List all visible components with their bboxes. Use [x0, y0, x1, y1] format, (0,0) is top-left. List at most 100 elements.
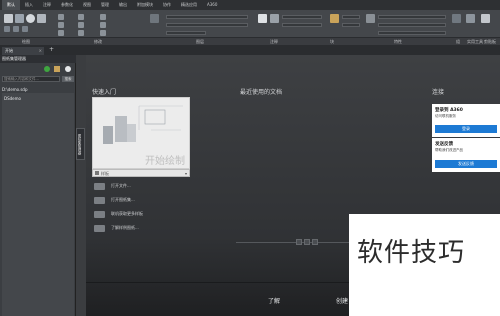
tab-start[interactable]: 开始 ×	[2, 47, 44, 55]
view-large-icon[interactable]	[296, 239, 302, 245]
layer-state-dropdown[interactable]	[166, 23, 248, 27]
text-tool-icon[interactable]	[258, 14, 267, 23]
recent-documents-heading: 最近使用的文档	[240, 89, 283, 96]
ribbon-tab-default[interactable]: 默认	[2, 0, 20, 10]
footer-learn-tab[interactable]: 了解	[268, 296, 280, 305]
measure-tool-icon[interactable]	[466, 14, 475, 23]
sample-drawings-icon	[94, 224, 105, 232]
group-label-layers[interactable]: 图层	[196, 39, 204, 45]
list-item[interactable]: DSdemo	[4, 96, 21, 101]
send-feedback-button[interactable]: 发送反馈	[435, 160, 497, 168]
ribbon-tab-view[interactable]: 视图	[78, 0, 96, 10]
footer-create-tab[interactable]: 创建	[336, 296, 348, 305]
view-list-icon[interactable]	[312, 239, 318, 245]
hatch-tool-icon[interactable]	[13, 26, 19, 32]
group-label-groups[interactable]: 组	[456, 39, 460, 45]
feedback-panel: 发送反馈 帮助我们改进产品 发送反馈	[432, 138, 500, 172]
block-edit-button[interactable]	[342, 23, 360, 27]
start-drawing-card[interactable]: 开始绘制	[92, 97, 190, 169]
group-label-clipboard[interactable]: 剪贴板	[484, 39, 496, 45]
group-label-draw[interactable]: 绘图	[22, 39, 30, 45]
group-label-utilities[interactable]: 实用工具	[467, 39, 483, 45]
group-tool-icon[interactable]	[452, 14, 461, 23]
layer-tools-bar[interactable]	[166, 31, 206, 35]
folder-icon[interactable]	[54, 66, 60, 72]
ribbon-tab-output[interactable]: 输出	[114, 0, 132, 10]
stretch-tool-icon[interactable]	[58, 30, 64, 36]
sample-drawings-label: 了解样例图纸...	[111, 225, 139, 230]
circle-tool-icon[interactable]	[26, 14, 35, 23]
ribbon-tab-collaborate[interactable]: 协作	[158, 0, 176, 10]
watermark-overlay: 软件技巧	[349, 214, 500, 316]
text-style-dropdown[interactable]	[282, 15, 322, 19]
block-create-button[interactable]	[342, 15, 360, 19]
insert-block-icon[interactable]	[330, 14, 339, 23]
group-label-block[interactable]: 块	[330, 39, 334, 45]
get-templates-link[interactable]: 联机获取更多样板	[94, 210, 143, 218]
color-dropdown[interactable]	[378, 15, 446, 19]
lineweight-dropdown[interactable]	[378, 31, 446, 35]
open-sheet-set-link[interactable]: 打开图纸集...	[94, 196, 135, 204]
ribbon-tab-bar: 默认 插入 注释 参数化 视图 管理 输出 附加模块 协作 精选应用 A360	[0, 0, 500, 10]
sample-drawings-link[interactable]: 了解样例图纸...	[94, 224, 139, 232]
polyline-tool-icon[interactable]	[15, 14, 24, 23]
move-tool-icon[interactable]	[58, 14, 64, 20]
quick-start-heading: 快速入门	[92, 89, 117, 96]
ribbon-tab-manage[interactable]: 管理	[96, 0, 114, 10]
ribbon-tab-parametric[interactable]: 参数化	[56, 0, 78, 10]
feedback-subtitle: 帮助我们改进产品	[435, 148, 463, 152]
ribbon-tab-featured-apps[interactable]: 精选应用	[176, 0, 202, 10]
view-small-icon[interactable]	[304, 239, 310, 245]
arc-tool-icon[interactable]	[37, 14, 46, 23]
sheet-set-icon	[94, 196, 105, 204]
layer-properties-icon[interactable]	[150, 14, 159, 23]
ribbon-tab-insert[interactable]: 插入	[20, 0, 38, 10]
group-label-modify[interactable]: 修改	[94, 39, 102, 45]
ribbon-tab-a360[interactable]: A360	[202, 0, 222, 10]
match-properties-icon[interactable]	[366, 14, 375, 23]
paste-tool-icon[interactable]	[481, 14, 490, 23]
linetype-dropdown[interactable]	[378, 23, 446, 27]
tab-start-label: 开始	[5, 48, 13, 53]
ribbon-tab-addins[interactable]: 附加模块	[132, 0, 158, 10]
group-label-properties[interactable]: 特性	[394, 39, 402, 45]
start-drawing-text: 开始绘制	[145, 156, 185, 167]
refresh-icon[interactable]	[44, 66, 50, 72]
ribbon-group-bar: 绘图 修改 图层 注释 块 特性 组 实用工具 剪贴板	[0, 37, 500, 45]
dim-style-dropdown[interactable]	[282, 23, 322, 27]
close-icon[interactable]: ×	[39, 47, 42, 55]
rotate-tool-icon[interactable]	[78, 14, 84, 20]
open-sheet-set-label: 打开图纸集...	[111, 197, 135, 202]
templates-icon	[94, 210, 105, 218]
scale-tool-icon[interactable]	[78, 30, 84, 36]
palette-side-tab[interactable]: 图纸集管理器	[76, 128, 85, 160]
open-folder-icon	[94, 182, 105, 190]
help-icon[interactable]	[65, 66, 71, 72]
fillet-tool-icon[interactable]	[100, 22, 106, 28]
recent-view-switcher	[296, 239, 318, 245]
a360-subtitle: 访问联机服务	[435, 114, 456, 118]
feedback-title: 发送反馈	[435, 142, 453, 147]
open-file-link[interactable]: 打开文件...	[94, 182, 131, 190]
signin-button[interactable]: 登录	[435, 125, 497, 133]
search-input[interactable]: 搜索输入内容和文件...	[2, 76, 60, 82]
copy-tool-icon[interactable]	[58, 22, 64, 28]
sheet-list: DSdemo	[2, 93, 74, 316]
group-label-annotation[interactable]: 注释	[270, 39, 278, 45]
ellipse-tool-icon[interactable]	[22, 26, 28, 32]
dimension-tool-icon[interactable]	[270, 14, 279, 23]
line-tool-icon[interactable]	[4, 14, 13, 23]
open-file-label: 打开文件...	[111, 183, 131, 188]
watermark-text: 软件技巧	[357, 238, 466, 268]
template-dropdown[interactable]: 样板 ▾	[92, 169, 190, 177]
sheet-set-path: D:\demo.sdp	[2, 87, 28, 92]
search-button[interactable]: 搜索	[62, 76, 74, 82]
rectangle-tool-icon[interactable]	[4, 26, 10, 32]
trim-tool-icon[interactable]	[100, 14, 106, 20]
layer-dropdown[interactable]	[166, 15, 248, 19]
new-tab-button[interactable]: +	[48, 47, 55, 54]
mirror-tool-icon[interactable]	[78, 22, 84, 28]
ribbon-tab-annotate[interactable]: 注释	[38, 0, 56, 10]
palette-title: 图纸集管理器	[0, 55, 76, 63]
array-tool-icon[interactable]	[100, 30, 106, 36]
